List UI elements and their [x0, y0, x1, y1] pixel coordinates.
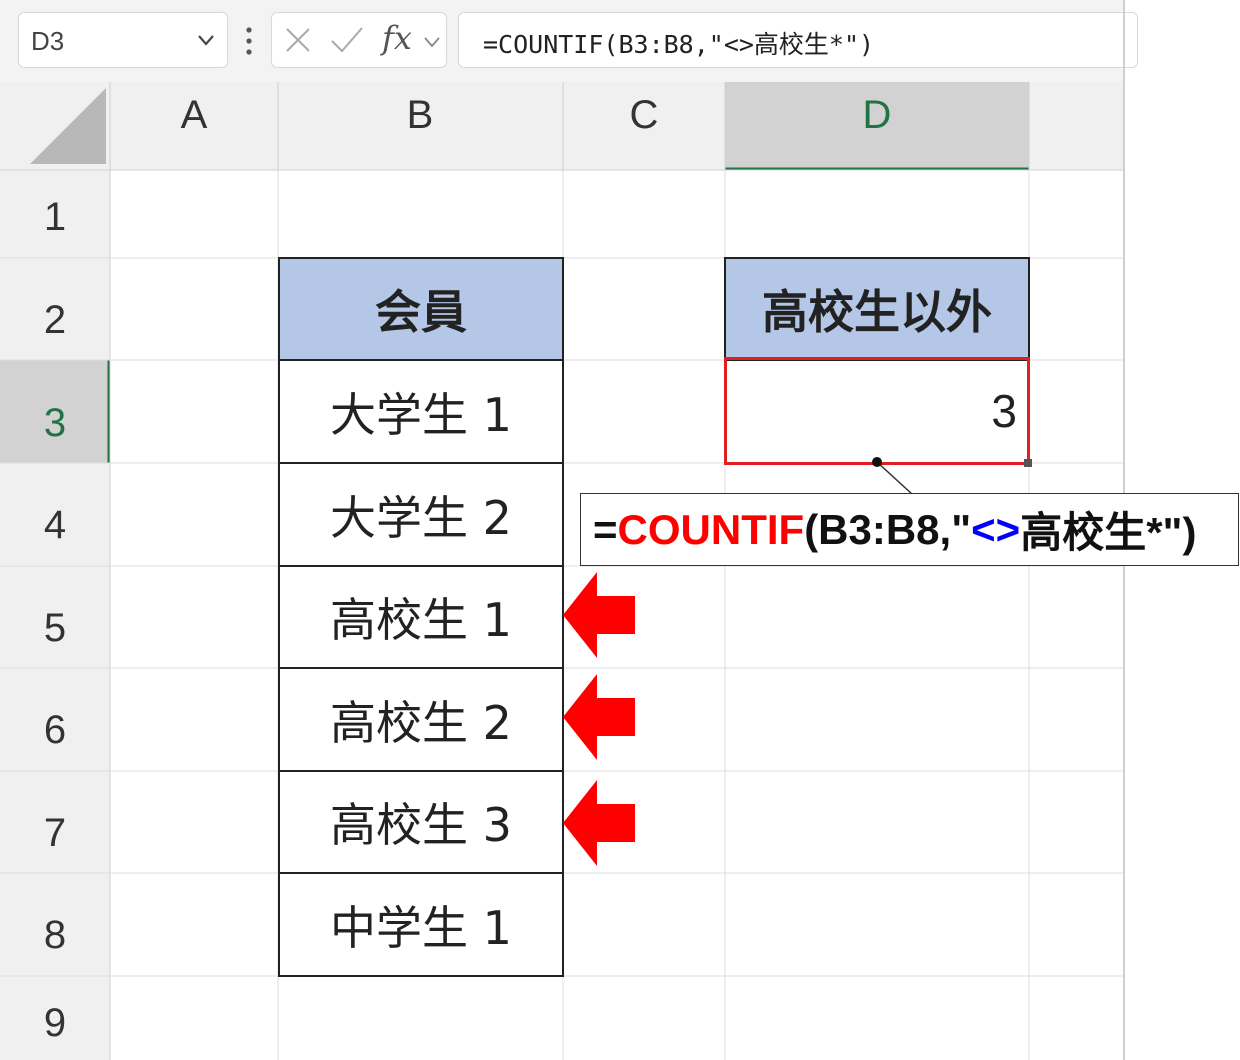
- column-header-d[interactable]: D: [863, 93, 892, 137]
- callout-args-end: 高校生*"): [1020, 509, 1197, 556]
- row-header-2[interactable]: 2: [44, 298, 66, 342]
- left-arrow-icon: [563, 780, 635, 866]
- row-header-9[interactable]: 9: [44, 1001, 66, 1045]
- row-header-6[interactable]: 6: [44, 708, 66, 752]
- cell-b5[interactable]: 高校生 1: [278, 565, 564, 669]
- column-header-a[interactable]: A: [181, 93, 208, 137]
- cell-d2-header[interactable]: 高校生以外: [724, 257, 1030, 361]
- cell-b4[interactable]: 大学生 2: [278, 462, 564, 567]
- column-header-c[interactable]: C: [630, 93, 659, 137]
- formula-callout: = COUNTIF (B3:B8," <> 高校生*"): [580, 493, 1239, 566]
- callout-equals: =: [593, 505, 618, 553]
- callout-operator: <>: [971, 505, 1021, 553]
- left-arrow-icon: [563, 674, 635, 760]
- cell-b6[interactable]: 高校生 2: [278, 667, 564, 772]
- fill-handle[interactable]: [1024, 459, 1032, 467]
- left-arrow-icon: [563, 572, 635, 658]
- cell-d3-active[interactable]: 3: [724, 357, 1030, 465]
- row-header-7[interactable]: 7: [44, 811, 66, 855]
- cell-b8[interactable]: 中学生 1: [278, 872, 564, 977]
- callout-function: COUNTIF: [617, 505, 805, 553]
- callout-args-start: (B3:B8,": [804, 505, 972, 553]
- row-header-4[interactable]: 4: [44, 503, 66, 547]
- row-header-8[interactable]: 8: [44, 913, 66, 957]
- row-header-1[interactable]: 1: [44, 195, 66, 239]
- cell-b3[interactable]: 大学生 1: [278, 359, 564, 464]
- cell-b2-header[interactable]: 会員: [278, 257, 564, 361]
- row-header-3[interactable]: 3: [44, 401, 66, 445]
- row-header-5[interactable]: 5: [44, 606, 66, 650]
- cell-b7[interactable]: 高校生 3: [278, 770, 564, 874]
- column-header-b[interactable]: B: [407, 93, 434, 137]
